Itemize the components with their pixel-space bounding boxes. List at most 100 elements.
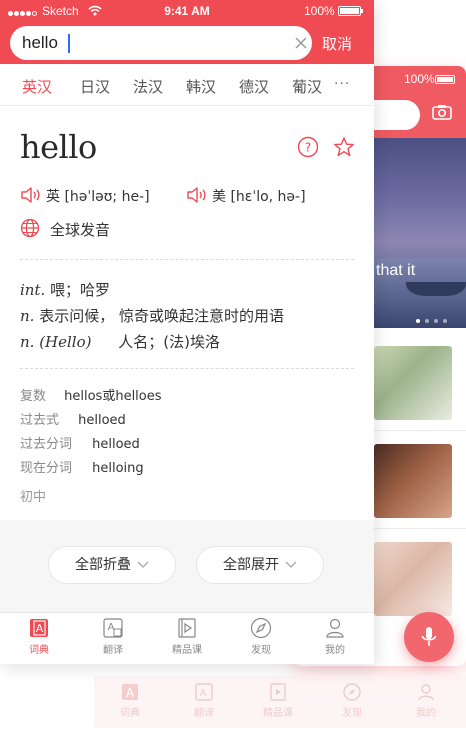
status-bar: Sketch 9:41 AM 100% (0, 0, 374, 22)
language-tabs: 英汉 日汉 法汉 韩汉 德汉 葡汉 ··· (0, 64, 374, 106)
word-form-value: helloed (92, 437, 140, 452)
definition-line: n. (Hello) 人名；(法)埃洛 (20, 331, 220, 352)
word-form-value: helloing (92, 461, 144, 476)
compass-icon (250, 617, 272, 639)
collapse-all-button[interactable]: 全部折叠 (48, 546, 176, 584)
dictionary-icon: A (30, 619, 48, 637)
tab-label: 翻译 (194, 708, 214, 719)
battery-icon (338, 6, 363, 16)
uk-label: 英 (46, 189, 60, 205)
cancel-button[interactable]: 取消 (322, 33, 352, 54)
background-tab-dictionary[interactable]: A 词典 (100, 682, 160, 719)
definition-text: 喂；哈罗 (50, 281, 111, 299)
tab-label: 精品课 (263, 708, 293, 719)
courses-icon (178, 618, 196, 638)
voice-input-button[interactable] (404, 612, 454, 662)
background-tab-me[interactable]: 我的 (396, 682, 456, 719)
translate-icon: A (103, 618, 123, 638)
tab-label: 发现 (342, 708, 362, 719)
divider (374, 430, 466, 431)
word-form-label: 现在分词 (20, 461, 73, 476)
expand-all-button[interactable]: 全部展开 (196, 546, 324, 584)
bottom-tab-bar: A 词典 A 翻译 精品课 发现 我的 (0, 612, 374, 664)
uk-phonetic: [həˈləʊ; he-] (64, 189, 150, 205)
word-form-value: hellos或helloes (64, 389, 162, 404)
tab-japanese-chinese[interactable]: 日汉 (80, 76, 110, 97)
tab-portuguese-chinese[interactable]: 葡汉 (292, 76, 322, 97)
tab-label: 发现 (251, 645, 271, 656)
word-form-label: 复数 (20, 389, 47, 404)
tab-label: 我的 (325, 645, 345, 656)
background-tab-translate[interactable]: A 翻译 (174, 682, 234, 719)
carousel-dot (416, 319, 420, 323)
clear-icon[interactable] (294, 36, 308, 50)
camera-icon[interactable] (432, 104, 452, 120)
definition-text: 表示问候， 惊奇或唤起注意时的用语 (39, 307, 284, 325)
battery-percent: 100% (304, 4, 335, 18)
word-form: 过去分词 helloed (20, 433, 140, 452)
tab-label: 词典 (120, 708, 140, 719)
section-divider (20, 368, 354, 369)
us-pronunciation-text: 美 [hɛˈlo, hə-] (212, 186, 306, 206)
word-form: 现在分词 helloing (20, 457, 144, 476)
us-phonetic: [hɛˈlo, hə-] (230, 189, 306, 205)
background-tab-discover[interactable]: 发现 (322, 682, 382, 719)
global-pronunciation-label: 全球发音 (50, 221, 111, 239)
tab-me[interactable]: 我的 (300, 617, 370, 656)
carousel-dot (443, 319, 447, 323)
tab-discover[interactable]: 发现 (226, 617, 296, 656)
part-of-speech: n. (20, 307, 35, 325)
speaker-icon (187, 187, 206, 203)
microphone-icon (421, 627, 437, 646)
favorite-star-icon[interactable] (333, 136, 355, 158)
help-icon[interactable]: ? (297, 136, 319, 158)
background-tab-bar: A 词典 A 翻译 精品课 发现 我的 (94, 676, 466, 728)
article-thumbnail[interactable] (374, 542, 452, 616)
part-of-speech: int. (20, 281, 46, 299)
dictionary-icon: A (122, 684, 138, 700)
svg-text:A: A (36, 622, 44, 635)
part-of-speech: n. (Hello) (20, 333, 92, 351)
word-form-value: helloed (78, 413, 126, 428)
tab-german-chinese[interactable]: 德汉 (239, 76, 269, 97)
section-divider (20, 259, 354, 260)
article-thumbnail[interactable] (374, 444, 452, 518)
tab-label: 翻译 (103, 645, 123, 656)
tab-english-chinese[interactable]: 英汉 (22, 76, 52, 97)
carousel-dot (425, 319, 429, 323)
tab-label: 我的 (416, 708, 436, 719)
svg-text:A: A (200, 688, 207, 699)
uk-pronunciation-text: 英 [həˈləʊ; he-] (46, 186, 150, 206)
speaker-icon (21, 187, 40, 203)
hero-boat (406, 282, 466, 296)
more-languages-button[interactable]: ··· (334, 76, 350, 92)
search-input[interactable] (22, 30, 272, 56)
tab-dictionary[interactable]: A 词典 (4, 617, 74, 656)
tab-label: 精品课 (172, 645, 202, 656)
definition-text: 人名；(法)埃洛 (118, 333, 220, 351)
search-header: 取消 (0, 22, 374, 64)
svg-text:?: ? (305, 141, 311, 155)
article-thumbnail[interactable] (374, 346, 452, 420)
tab-korean-chinese[interactable]: 韩汉 (186, 76, 216, 97)
dictionary-screen: Sketch 9:41 AM 100% 取消 英汉 日汉 法汉 韩汉 德汉 葡汉… (0, 0, 374, 664)
expand-all-label: 全部展开 (223, 557, 279, 573)
user-icon (418, 684, 434, 701)
courses-icon (270, 683, 286, 701)
svg-text:A: A (126, 686, 135, 700)
hero-text: that it (376, 262, 416, 279)
carousel-dot (434, 319, 438, 323)
background-battery-icon (435, 75, 455, 84)
expand-collapse-area: 全部折叠 全部展开 (0, 520, 374, 612)
tab-translate[interactable]: A 翻译 (78, 617, 148, 656)
background-tab-courses[interactable]: 精品课 (248, 682, 308, 719)
carousel-dots (416, 308, 452, 327)
tab-courses[interactable]: 精品课 (152, 617, 222, 656)
compass-icon (343, 683, 361, 701)
tab-label: 词典 (29, 645, 49, 656)
headword: hello (20, 128, 97, 166)
tab-french-chinese[interactable]: 法汉 (133, 76, 163, 97)
translate-icon: A (195, 683, 213, 701)
word-form-label: 过去分词 (20, 437, 73, 452)
search-box[interactable] (10, 26, 312, 60)
